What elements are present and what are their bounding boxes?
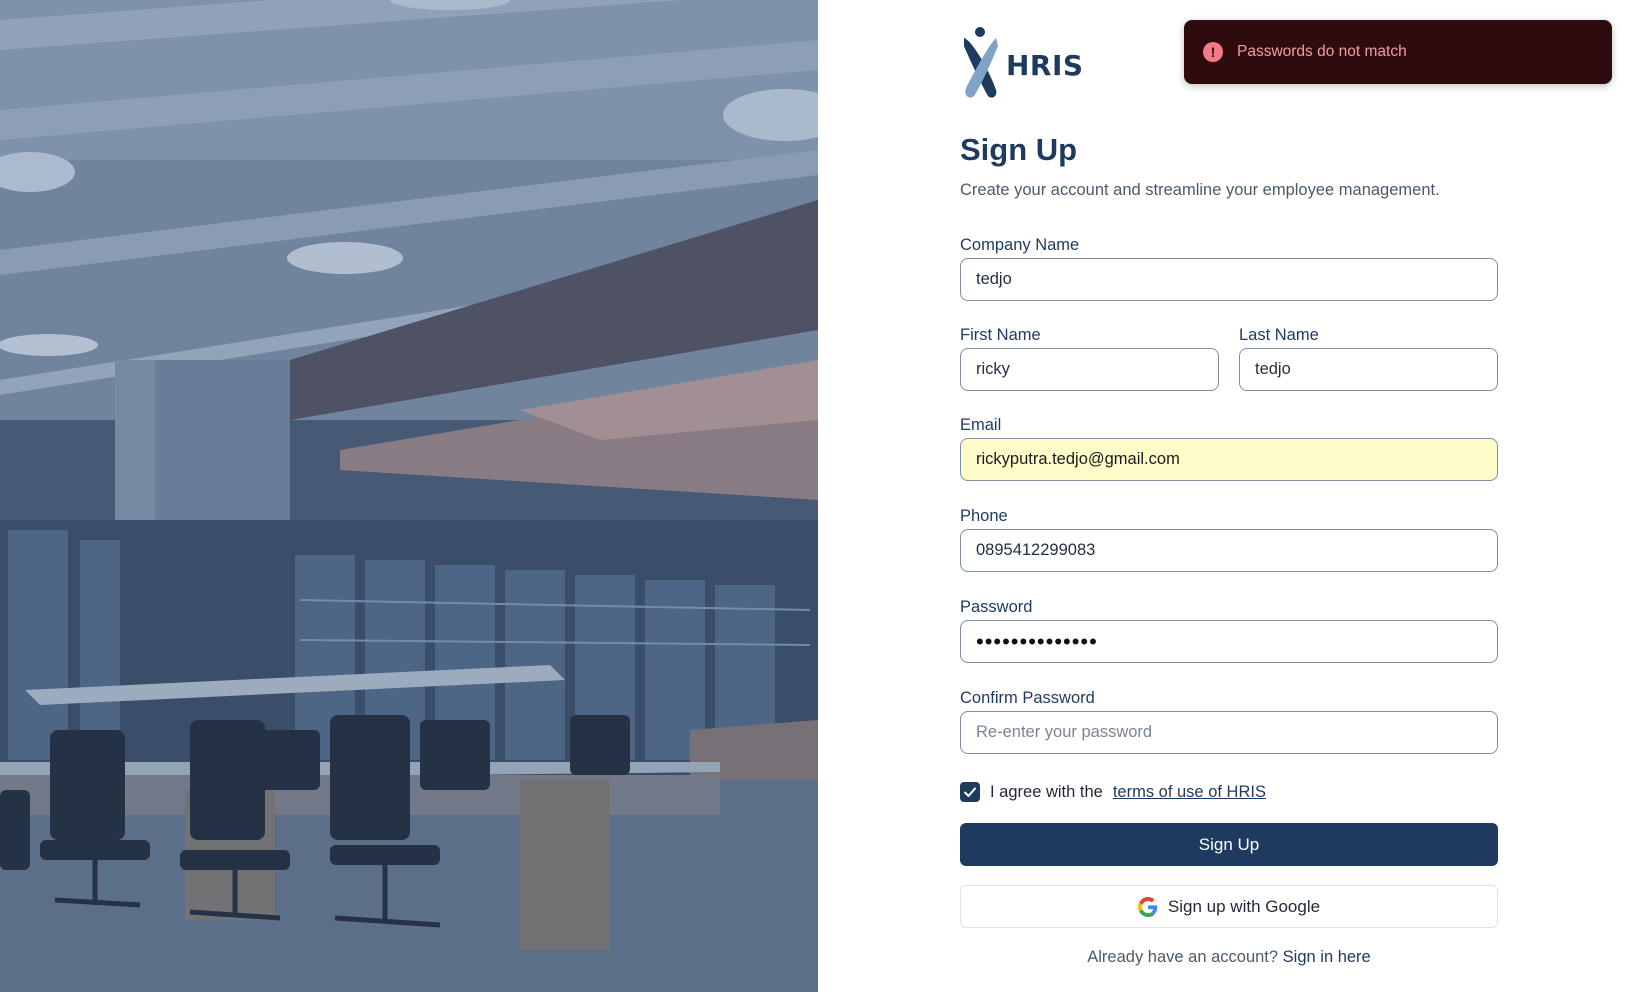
google-button-label: Sign up with Google xyxy=(1167,896,1321,916)
sign-in-link[interactable]: Sign in here xyxy=(1283,948,1371,966)
terms-checkbox[interactable] xyxy=(960,782,980,802)
sign-up-button[interactable]: Sign Up xyxy=(960,823,1498,866)
password-label: Password xyxy=(960,598,1033,616)
last-name-input[interactable] xyxy=(1239,348,1498,391)
alert-icon: ! xyxy=(1203,42,1223,62)
signup-panel: HRIS Sign Up Create your account and str… xyxy=(818,0,1633,992)
brand-logo: HRIS xyxy=(960,26,1084,105)
last-name-label: Last Name xyxy=(1239,326,1319,344)
terms-text: I agree with the xyxy=(990,782,1103,801)
terms-agreement: I agree with the terms of use of HRIS xyxy=(960,780,1266,804)
phone-label: Phone xyxy=(960,507,1008,525)
phone-group: Phone xyxy=(960,505,1498,572)
password-group: Password xyxy=(960,596,1498,663)
first-name-group: First Name xyxy=(960,324,1219,391)
company-name-group: Company Name xyxy=(960,234,1498,301)
page-subtitle: Create your account and streamline your … xyxy=(960,181,1440,199)
error-toast[interactable]: ! Passwords do not match xyxy=(1184,20,1612,84)
company-name-input[interactable] xyxy=(960,258,1498,301)
email-label: Email xyxy=(960,416,1002,434)
last-name-group: Last Name xyxy=(1239,324,1498,391)
checkmark-icon xyxy=(964,787,976,797)
first-name-label: First Name xyxy=(960,326,1041,344)
phone-input[interactable] xyxy=(960,529,1498,572)
brand-name: HRIS xyxy=(1006,48,1084,82)
confirm-password-input[interactable] xyxy=(960,711,1498,754)
company-name-label: Company Name xyxy=(960,236,1080,254)
hris-logo-icon xyxy=(960,26,1000,105)
page-title: Sign Up xyxy=(960,132,1078,167)
terms-link[interactable]: terms of use of HRIS xyxy=(1113,783,1266,802)
google-icon xyxy=(1137,896,1158,917)
email-input[interactable] xyxy=(960,438,1498,481)
first-name-input[interactable] xyxy=(960,348,1219,391)
google-sign-up-button[interactable]: Sign up with Google xyxy=(960,885,1498,928)
sign-in-prompt: Already have an account? Sign in here xyxy=(960,948,1498,967)
toast-message: Passwords do not match xyxy=(1237,43,1407,60)
confirm-password-label: Confirm Password xyxy=(960,689,1095,707)
confirm-password-group: Confirm Password xyxy=(960,687,1498,754)
sign-in-prompt-text: Already have an account? xyxy=(1087,948,1279,966)
email-group: Email xyxy=(960,414,1498,481)
password-input[interactable] xyxy=(960,620,1498,663)
office-hero-image xyxy=(0,0,818,992)
